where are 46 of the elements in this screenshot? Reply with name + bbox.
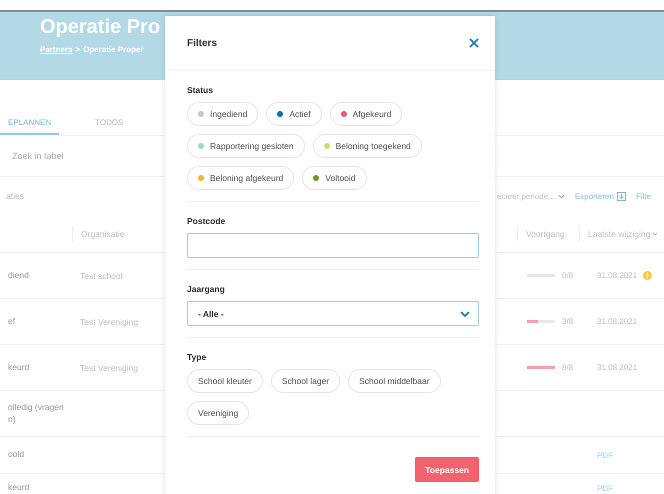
progress-bar: [527, 320, 555, 323]
section-label: Jaargang: [187, 284, 226, 294]
filter-chip[interactable]: Vereniging: [187, 401, 250, 425]
column-header: Organisatie: [80, 228, 124, 238]
table-cell: 31.08.2021: [597, 317, 638, 326]
close-icon[interactable]: [469, 38, 479, 48]
filter-chip[interactable]: Ingediend: [187, 102, 258, 126]
table-cell-text: keurd: [7, 482, 30, 494]
filter-chip[interactable]: School kleuter: [187, 369, 263, 393]
table-cell-text: diend: [7, 270, 30, 282]
year-dropdown[interactable]: - Alle -: [187, 301, 479, 326]
filter-chip[interactable]: Voltooid: [302, 166, 367, 190]
sort-caret-icon: [652, 232, 658, 236]
table-cell: 31.08.2021: [597, 271, 638, 280]
progress-reading: 8/8: [562, 363, 574, 372]
result-count-label: aties: [5, 191, 24, 201]
table-cell-text: Test Vereniging: [79, 316, 138, 326]
table-cell-text: Test school: [79, 270, 123, 280]
section-label: Type: [187, 352, 208, 362]
filter-chip[interactable]: Actief: [266, 102, 322, 126]
table-cell-text: keurd: [7, 362, 30, 374]
table-cell: 31.08.2021: [597, 363, 638, 372]
table-cell-text: oold: [7, 449, 26, 461]
dialog-title: Filters: [187, 38, 218, 48]
postcode-field[interactable]: [187, 233, 479, 258]
filter-chip[interactable]: Afgekeurd: [330, 102, 402, 126]
progress-reading: 3/8: [562, 317, 574, 326]
progress-bar: [527, 366, 555, 369]
section-label: Postcode: [187, 216, 226, 226]
section-label: Status: [187, 85, 214, 95]
column-header: Voortgang: [525, 228, 566, 238]
table-cell-text: ef: [7, 316, 16, 328]
filter-chip[interactable]: Rapportering gesloten: [187, 134, 305, 158]
download-icon: [616, 192, 626, 200]
filter-chip[interactable]: Beloning afgekeurd: [187, 166, 294, 190]
chevron-down-icon: [558, 194, 565, 198]
breadcrumb-separator: >: [75, 45, 80, 54]
table-cell-text: olledig (vragen n): [7, 402, 65, 426]
chevron-down-icon: [460, 310, 470, 316]
progress-reading: 0/8: [562, 271, 574, 280]
table-cell-text: Test Vereniging: [79, 362, 138, 372]
breadcrumb-current: Operatie Proper: [83, 45, 144, 54]
filter-chip[interactable]: School middelbaar: [348, 369, 441, 393]
page-title: Operatie Pro: [40, 16, 160, 39]
filter-chip[interactable]: School lager: [270, 369, 340, 393]
filter-chip[interactable]: Beloning toegekend: [312, 134, 422, 158]
